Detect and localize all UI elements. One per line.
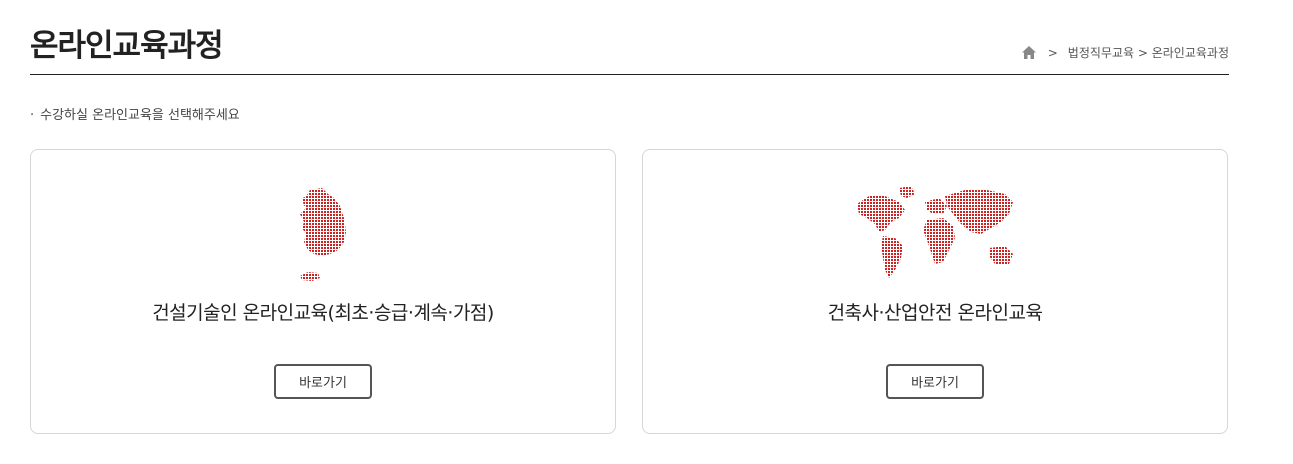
bullet: · xyxy=(30,108,35,123)
breadcrumb-path[interactable]: 법정직무교육 > 온라인교육과정 xyxy=(1068,44,1229,61)
page-header: 온라인교육과정 > 법정직무교육 > 온라인교육과정 xyxy=(30,0,1229,75)
course-card-architecture[interactable]: 건축사·산업안전 온라인교육 바로가기 xyxy=(642,149,1228,434)
go-button[interactable]: 바로가기 xyxy=(274,364,372,399)
course-card-construction[interactable]: 건설기술인 온라인교육(최초·승급·계속·가점) 바로가기 xyxy=(30,149,616,434)
home-icon[interactable] xyxy=(1021,46,1036,59)
page-title: 온라인교육과정 xyxy=(30,28,224,64)
course-title: 건설기술인 온라인교육(최초·승급·계속·가점) xyxy=(152,302,494,324)
world-map-icon xyxy=(857,186,1013,278)
instruction-text: · 수강하실 온라인교육을 선택해주세요 xyxy=(30,104,240,123)
korea-map-icon xyxy=(300,188,346,281)
breadcrumb: > 법정직무교육 > 온라인교육과정 xyxy=(1021,44,1229,61)
go-button[interactable]: 바로가기 xyxy=(886,364,984,399)
instruction-label: 수강하실 온라인교육을 선택해주세요 xyxy=(40,108,240,123)
breadcrumb-separator: > xyxy=(1047,45,1058,60)
course-title: 건축사·산업안전 온라인교육 xyxy=(827,302,1043,324)
